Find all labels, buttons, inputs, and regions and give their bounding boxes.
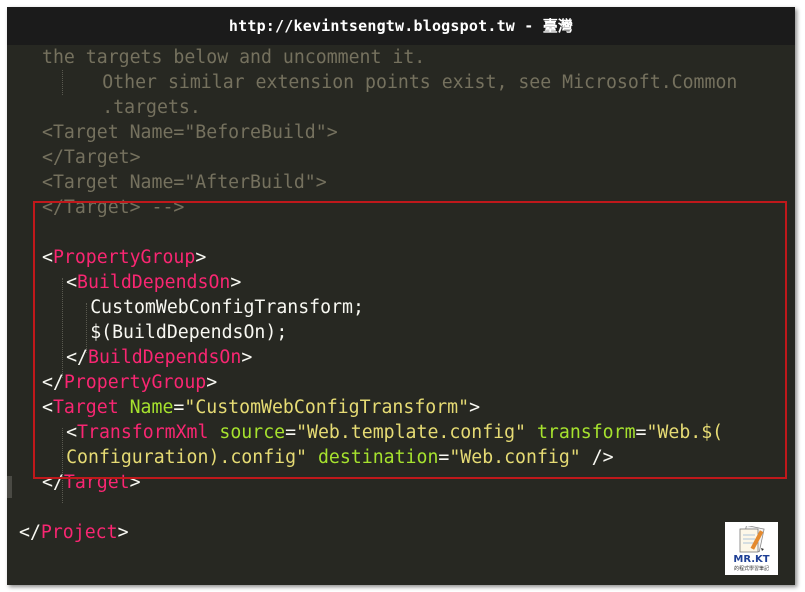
mr-kt-logo: MR.KT 的程式學習筆記 <box>725 522 778 575</box>
code-token: .targets. <box>102 97 201 118</box>
code-line: <Target Name="BeforeBuild"> <box>42 120 338 145</box>
watermark-banner: http://kevintsengtw.blogspot.tw - 臺灣 <box>7 7 795 45</box>
notebook-icon <box>739 526 765 553</box>
code-token: <Target Name="AfterBuild"> <box>42 172 327 193</box>
code-line: Other similar extension points exist, se… <box>102 70 737 95</box>
logo-subtitle: 的程式學習筆記 <box>733 566 769 572</box>
code-token: Project <box>40 522 118 543</box>
code-token: <Target Name="BeforeBuild"> <box>42 122 338 143</box>
code-token: the targets below and uncomment it. <box>42 47 426 68</box>
highlight-box <box>33 201 787 479</box>
code-line: </Project> <box>19 520 129 545</box>
code-line: <Target Name="AfterBuild"> <box>42 170 327 195</box>
code-token: Other similar extension points exist, se… <box>102 72 738 93</box>
code-token: </ <box>19 522 41 543</box>
code-line: </Target> <box>42 145 141 170</box>
code-line: the targets below and uncomment it. <box>42 45 425 70</box>
code-line: .targets. <box>102 95 201 120</box>
screenshot-frame: http://kevintsengtw.blogspot.tw - 臺灣 the… <box>7 7 795 585</box>
gutter-change-marker <box>7 476 12 498</box>
code-token: </Target> <box>42 147 141 168</box>
indent-guide <box>62 70 63 95</box>
code-token: > <box>117 522 129 543</box>
logo-title: MR.KT <box>733 554 770 565</box>
